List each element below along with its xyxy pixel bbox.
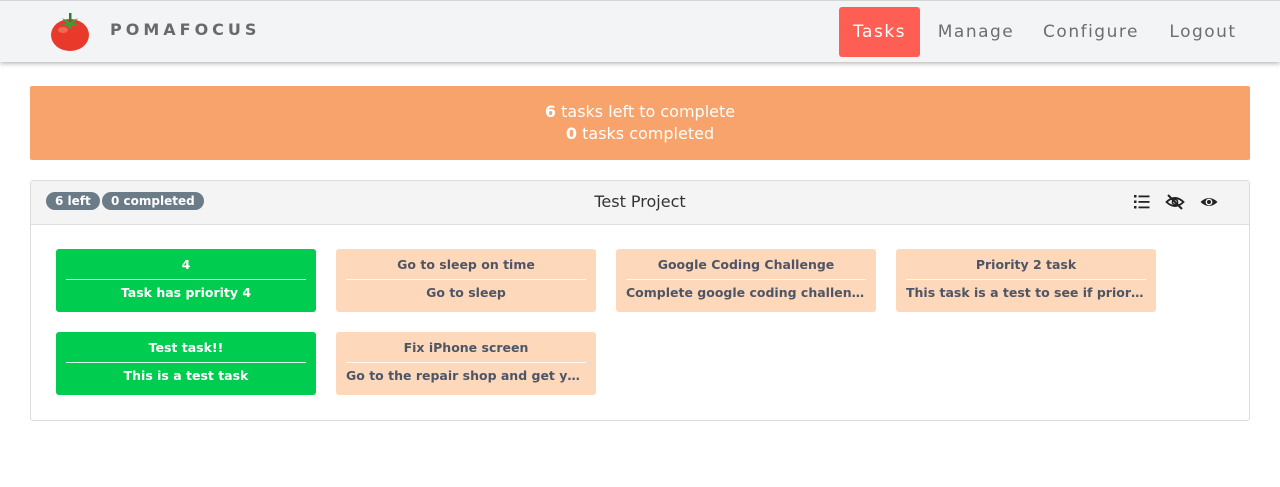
nav-configure[interactable]: Configure — [1036, 7, 1146, 57]
task-card[interactable]: 4 Task has priority 4 — [56, 249, 316, 312]
task-description: Complete google coding challenge again — [626, 285, 866, 300]
nav-configure-label: Configure — [1043, 22, 1139, 42]
eye-slash-icon[interactable] — [1165, 193, 1185, 211]
project-header: 6 left 0 completed Test Project — [31, 181, 1249, 225]
task-card[interactable]: Priority 2 task This task is a test to s… — [896, 249, 1156, 312]
task-title: Test task!! — [66, 340, 306, 363]
task-card[interactable]: Google Coding Challenge Complete google … — [616, 249, 876, 312]
task-card[interactable]: Test task!! This is a test task — [56, 332, 316, 395]
task-title: 4 — [66, 257, 306, 280]
nav-tasks[interactable]: Tasks — [839, 7, 920, 57]
tasks-summary-banner: 6 tasks left to complete 0 tasks complet… — [30, 86, 1250, 160]
project-panel: 6 left 0 completed Test Project 4 Task h… — [30, 180, 1250, 421]
task-card[interactable]: Fix iPhone screen Go to the repair shop … — [336, 332, 596, 395]
task-title: Priority 2 task — [906, 257, 1146, 280]
nav-manage[interactable]: Manage — [930, 7, 1022, 57]
tasks-completed-text: tasks completed — [577, 124, 715, 143]
tomato-logo-icon[interactable] — [48, 10, 92, 54]
brand-name[interactable]: POMAFOCUS — [110, 20, 260, 39]
tasks-completed-count: 0 — [565, 124, 578, 143]
tasks-left-line: 6 tasks left to complete — [30, 101, 1250, 123]
navbar: POMAFOCUS Tasks Manage Configure Logout — [0, 0, 1280, 62]
list-icon[interactable] — [1132, 193, 1152, 211]
task-description: Go to the repair shop and get your scr..… — [346, 368, 586, 383]
tasks-left-text: tasks left to complete — [556, 102, 736, 121]
nav-logout[interactable]: Logout — [1160, 7, 1246, 57]
eye-icon[interactable] — [1199, 193, 1219, 211]
task-description: Go to sleep — [426, 285, 506, 300]
task-card[interactable]: Go to sleep on time Go to sleep — [336, 249, 596, 312]
task-description: This task is a test to see if priority i… — [906, 285, 1146, 300]
task-title: Google Coding Challenge — [626, 257, 866, 280]
tasks-left-count: 6 — [544, 102, 557, 121]
nav-tasks-label: Tasks — [852, 22, 907, 42]
task-description: This is a test task — [123, 368, 249, 383]
nav-manage-label: Manage — [937, 22, 1015, 42]
task-title: Go to sleep on time — [346, 257, 586, 280]
tasks-completed-line: 0 tasks completed — [30, 123, 1250, 145]
task-description: Task has priority 4 — [120, 285, 252, 300]
nav-logout-label: Logout — [1169, 22, 1237, 42]
project-title: Test Project — [594, 192, 686, 211]
task-title: Fix iPhone screen — [346, 340, 586, 363]
